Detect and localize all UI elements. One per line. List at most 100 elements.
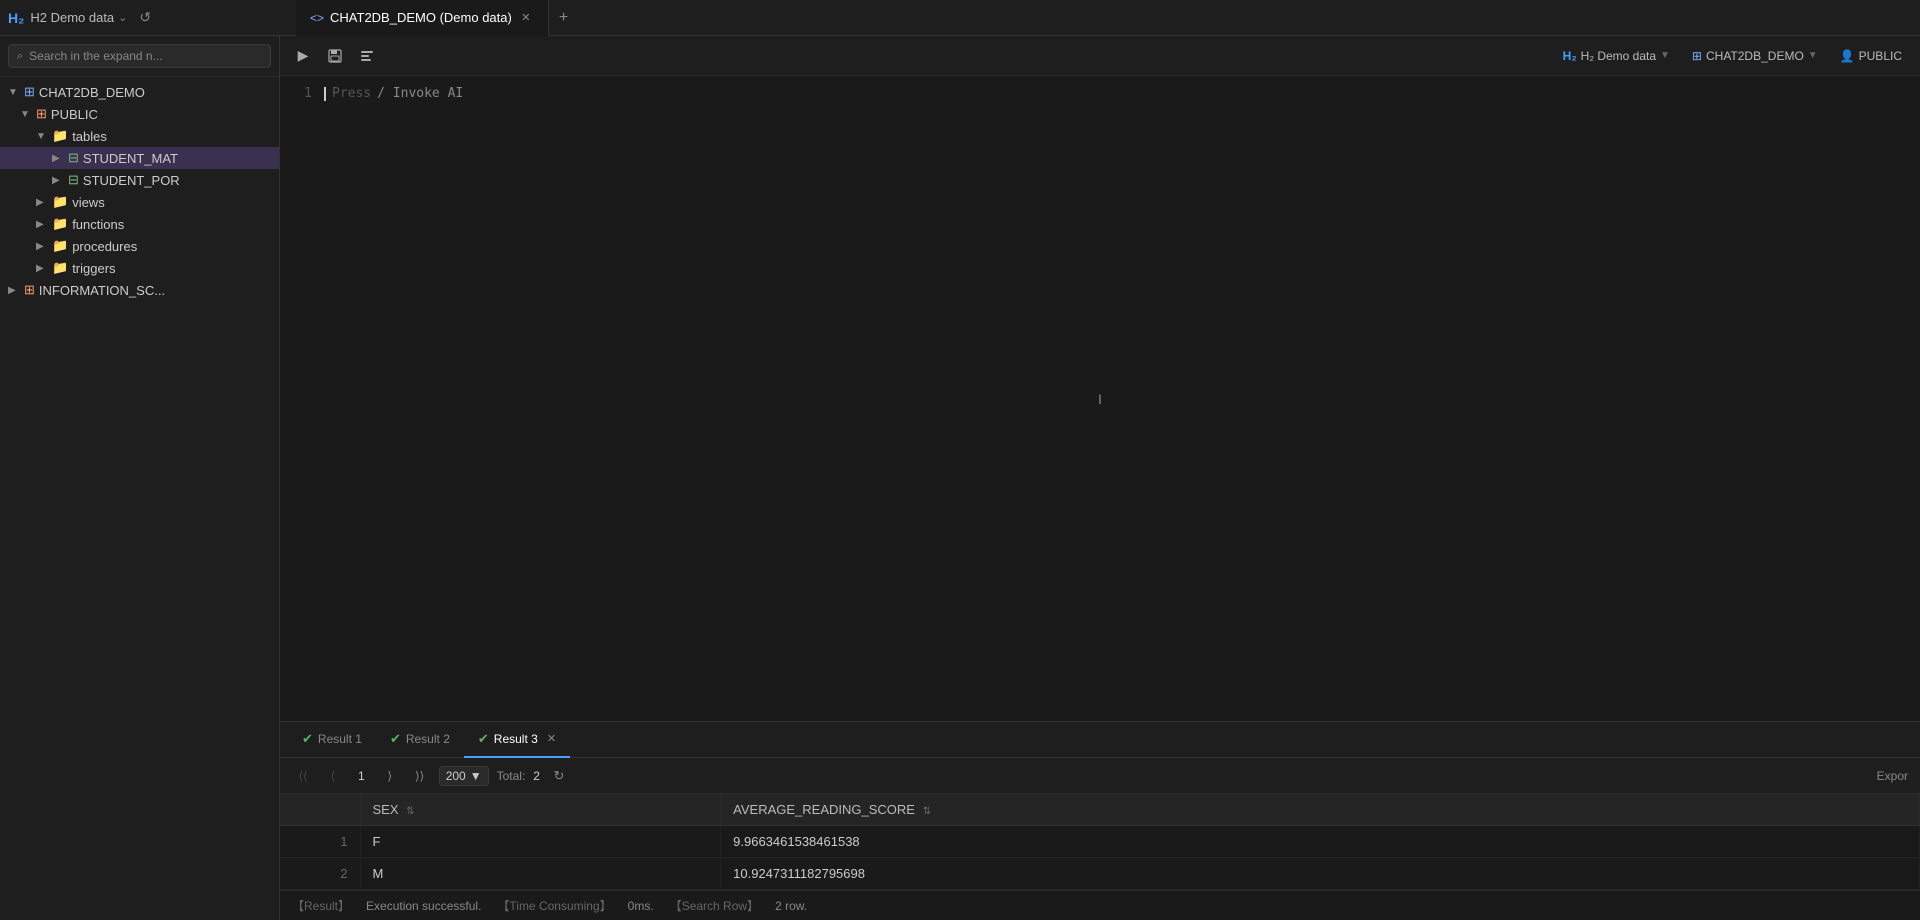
- search-row-value: 2 row.: [775, 899, 807, 913]
- tree-item-triggers[interactable]: ▶ 📁 triggers: [0, 257, 279, 279]
- cell-sex: M: [360, 858, 721, 890]
- chevron-icon: ▼: [8, 87, 20, 98]
- save-button[interactable]: [322, 43, 348, 69]
- tree-item-views[interactable]: ▶ 📁 views: [0, 191, 279, 213]
- line-number: 1: [292, 86, 312, 101]
- column-header-avg-score[interactable]: AVERAGE_READING_SCORE ⇅: [721, 794, 1920, 826]
- app-chevron[interactable]: ⌄: [118, 11, 127, 24]
- results-table: SEX ⇅ AVERAGE_READING_SCORE ⇅ 1: [280, 794, 1920, 890]
- time-label: 【Time Consuming】: [497, 897, 611, 914]
- tab-add-button[interactable]: +: [549, 0, 578, 36]
- chevron-icon: ▶: [36, 219, 48, 230]
- h2-logo: H₂: [8, 10, 24, 26]
- sort-icon: ⇅: [406, 806, 414, 817]
- result-tab-label: Result 3: [494, 732, 538, 746]
- export-button[interactable]: Expor: [1877, 769, 1908, 783]
- result-check-icon: ✔: [302, 731, 313, 747]
- tree-item-student-por[interactable]: ▶ ⊟ STUDENT_POR: [0, 169, 279, 191]
- editor-area[interactable]: 1 Press / Invoke AI I: [280, 76, 1920, 721]
- total-value: 2: [533, 769, 540, 783]
- tree-label: views: [72, 195, 105, 210]
- results-area: ✔ Result 1 ✔ Result 2 ✔ Result 3 ✕ ⟨⟨ ⟨ …: [280, 721, 1920, 890]
- chevron-icon: ▶: [36, 197, 48, 208]
- toolbar: ▶: [290, 36, 380, 76]
- result-tab-3[interactable]: ✔ Result 3 ✕: [464, 722, 570, 758]
- tree-item-functions[interactable]: ▶ 📁 functions: [0, 213, 279, 235]
- refresh-button[interactable]: ↺: [139, 9, 151, 26]
- cursor-indicator: I: [1098, 391, 1102, 407]
- format-button[interactable]: [354, 43, 380, 69]
- table-row: 2 M 10.9247311182795698: [280, 858, 1920, 890]
- tab-close-button[interactable]: ✕: [518, 10, 534, 26]
- search-box[interactable]: ⌕ Search in the expand n...: [8, 44, 271, 68]
- h2-badge-icon: H₂: [1563, 49, 1577, 63]
- result-tab-2[interactable]: ✔ Result 2: [376, 722, 464, 758]
- chevron-icon: ▶: [36, 263, 48, 274]
- time-value: 0ms.: [628, 899, 654, 913]
- editor-line-1: 1 Press / Invoke AI: [280, 86, 1920, 101]
- tree-label: STUDENT_MAT: [83, 151, 178, 166]
- search-placeholder: Search in the expand n...: [29, 49, 162, 63]
- schema-chevron: ▼: [1808, 50, 1818, 61]
- tree-label: PUBLIC: [51, 107, 98, 122]
- result-tab-close-button[interactable]: ✕: [547, 732, 556, 745]
- tab-chat2db-demo[interactable]: <> CHAT2DB_DEMO (Demo data) ✕: [296, 0, 549, 36]
- tree-label: functions: [72, 217, 124, 232]
- tree-item-information-schema[interactable]: ▶ ⊞ INFORMATION_SC...: [0, 279, 279, 301]
- db-selector[interactable]: H₂ H₂ Demo data ▼: [1555, 46, 1678, 66]
- cursor: [324, 87, 326, 101]
- last-page-button[interactable]: ⟩⟩: [409, 765, 431, 787]
- row-num-header: [280, 794, 360, 826]
- table-icon: ⊟: [68, 172, 79, 188]
- tree-item-public[interactable]: ▼ ⊞ PUBLIC: [0, 103, 279, 125]
- result-status-label: 【Result】: [292, 897, 350, 914]
- schema-name: CHAT2DB_DEMO: [1706, 49, 1804, 63]
- tree-item-procedures[interactable]: ▶ 📁 procedures: [0, 235, 279, 257]
- tree-label: INFORMATION_SC...: [39, 283, 165, 298]
- result-check-icon: ✔: [390, 731, 401, 747]
- chevron-icon: ▶: [52, 175, 64, 186]
- chevron-icon: ▶: [52, 153, 64, 164]
- first-page-button[interactable]: ⟨⟨: [292, 765, 314, 787]
- cell-score: 9.9663461538461538: [721, 826, 1920, 858]
- tree-item-tables[interactable]: ▼ 📁 tables: [0, 125, 279, 147]
- tree-label: tables: [72, 129, 107, 144]
- sidebar-search-area: ⌕ Search in the expand n...: [0, 36, 279, 77]
- tree-label: STUDENT_POR: [83, 173, 180, 188]
- app-name: H2 Demo data: [30, 10, 114, 25]
- refresh-results-button[interactable]: ↻: [548, 765, 570, 787]
- result-tab-1[interactable]: ✔ Result 1: [288, 722, 376, 758]
- tree-label: CHAT2DB_DEMO: [39, 85, 145, 100]
- tree-item-student-mat[interactable]: ▶ ⊟ STUDENT_MAT: [0, 147, 279, 169]
- tab-label: CHAT2DB_DEMO (Demo data): [330, 10, 512, 25]
- sort-icon: ⇅: [923, 806, 931, 817]
- schema-icon: ⊞: [36, 106, 47, 122]
- total-label: Total:: [497, 769, 526, 783]
- pagination-bar: ⟨⟨ ⟨ 1 ⟩ ⟩⟩ 200 ▼ Total: 2 ↻ Expor: [280, 758, 1920, 794]
- tab-code-icon: <>: [310, 11, 324, 25]
- page-size-selector[interactable]: 200 ▼: [439, 766, 489, 786]
- user-selector[interactable]: 👤 PUBLIC: [1832, 46, 1910, 66]
- schema-selector[interactable]: ⊞ CHAT2DB_DEMO ▼: [1684, 46, 1826, 66]
- tree: ▼ ⊞ CHAT2DB_DEMO ▼ ⊞ PUBLIC ▼ 📁 tables ▶…: [0, 77, 279, 920]
- column-header-sex[interactable]: SEX ⇅: [360, 794, 721, 826]
- chevron-icon: ▶: [36, 241, 48, 252]
- folder-icon: 📁: [52, 238, 68, 254]
- app-title-section: H₂ H2 Demo data ⌄ ↺: [8, 9, 288, 26]
- page-size-chevron: ▼: [470, 769, 482, 783]
- user-name: PUBLIC: [1859, 49, 1902, 63]
- run-button[interactable]: ▶: [290, 43, 316, 69]
- result-status-value: Execution successful.: [366, 899, 481, 913]
- tree-item-chat2db-demo[interactable]: ▼ ⊞ CHAT2DB_DEMO: [0, 81, 279, 103]
- prev-page-button[interactable]: ⟨: [322, 765, 344, 787]
- tree-label: procedures: [72, 239, 137, 254]
- db-name: H₂ Demo data: [1581, 49, 1656, 63]
- next-page-button[interactable]: ⟩: [379, 765, 401, 787]
- schema-icon: ⊞: [24, 282, 35, 298]
- result-check-icon: ✔: [478, 731, 489, 747]
- main-layout: ⌕ Search in the expand n... ▼ ⊞ CHAT2DB_…: [0, 36, 1920, 920]
- row-number: 2: [280, 858, 360, 890]
- search-row-label: 【Search Row】: [670, 897, 759, 914]
- row-number: 1: [280, 826, 360, 858]
- sidebar: ⌕ Search in the expand n... ▼ ⊞ CHAT2DB_…: [0, 36, 280, 920]
